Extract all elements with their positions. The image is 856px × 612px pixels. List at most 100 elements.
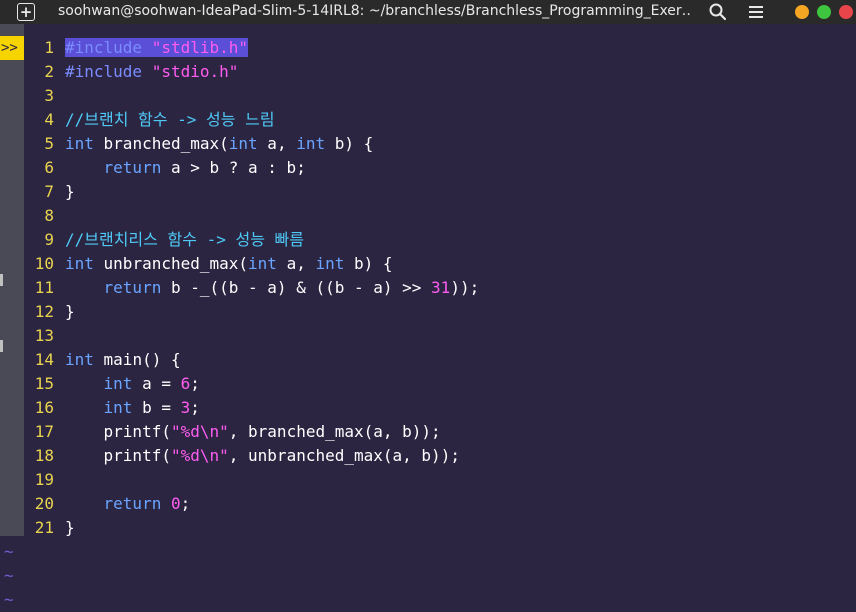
code-token: "%d\n" [170,446,229,465]
code-token: ; [190,374,200,393]
line-number: 18 [34,446,54,465]
code-text: int b = 3; [65,396,200,420]
code-line[interactable]: 18 printf("%d\n", unbranched_max(a, b)); [0,444,856,468]
code-line[interactable]: 1 #include "stdlib.h" [0,36,856,60]
code-token: int [296,134,326,153]
close-button[interactable] [839,5,853,19]
line-number: 13 [34,326,54,345]
code-token: a > b ? a : b; [161,158,306,177]
line-number: 2 [44,62,54,81]
code-token: 3 [180,398,191,417]
code-token: b) { [344,254,393,273]
code-line[interactable]: 7} [0,180,856,204]
code-token: branched_max( [93,134,229,153]
code-token: //브랜치리스 함수 -> 성능 빠름 [65,230,304,249]
search-icon[interactable] [708,2,728,22]
code-token: unbranched_max( [93,254,249,273]
code-line[interactable]: 6 return a > b ? a : b; [0,156,856,180]
code-text: #include "stdio.h" [65,60,238,84]
code-token: int [315,254,345,273]
code-token: )); [450,278,480,297]
code-token: #include [65,62,152,81]
code-token: ; [190,398,200,417]
code-text: printf("%d\n", unbranched_max(a, b)); [65,444,460,468]
code-line[interactable]: 4 //브랜치 함수 -> 성능 느림 [0,108,856,132]
code-token: int [65,134,94,153]
code-token: return [103,494,162,513]
line-number: 21 [34,518,54,537]
line-number: 10 [34,254,54,273]
code-token: , branched_max(a, b)); [228,422,441,441]
window-title: soohwan@soohwan-IdeaPad-Slim-5-14IRL8: ~… [58,3,690,19]
code-token: a = [132,374,181,393]
code-line[interactable]: 16 int b = 3; [0,396,856,420]
code-line[interactable]: 19 [0,468,856,492]
line-number: 14 [34,350,54,369]
code-line[interactable]: 15 int a = 6; [0,372,856,396]
code-token: ; [180,494,191,513]
line-number: 11 [34,278,54,297]
code-text: int branched_max(int a, int b) { [65,132,373,156]
code-token: , unbranched_max(a, b)); [228,446,460,465]
code-token: printf( [65,422,171,441]
minimize-button[interactable] [795,5,809,19]
empty-line-tilde: ~ [4,566,14,585]
code-token: "stdio.h" [151,62,239,81]
maximize-button[interactable] [817,5,831,19]
code-token: int [248,254,277,273]
code-token: #include [65,38,152,57]
code-text: int unbranched_max(int a, int b) { [65,252,393,276]
line-number: 9 [44,230,54,249]
code-text: } [65,180,75,204]
code-line[interactable]: 5 int branched_max(int a, int b) { [0,132,856,156]
line-number: 17 [34,422,54,441]
code-line[interactable]: 8 [0,204,856,228]
code-text: int a = 6; [65,372,200,396]
code-text: return b -_((b - a) & ((b - a) >> 31)); [65,276,480,300]
line-number: 15 [34,374,54,393]
code-line[interactable]: 17 printf("%d\n", branched_max(a, b)); [0,420,856,444]
line-number: 1 [44,38,54,57]
code-token: 31 [431,278,451,297]
code-token: b = [132,398,181,417]
code-line[interactable]: 9 //브랜치리스 함수 -> 성능 빠름 [0,228,856,252]
code-token: return [103,158,162,177]
code-token: int [103,398,133,417]
line-number: 19 [34,470,54,489]
code-line[interactable]: 14 int main() { [0,348,856,372]
code-token: } [65,182,75,201]
vim-editor[interactable]: >> 1 #include "stdlib.h" 2 #include "stdio.… [0,24,856,611]
empty-line-tilde: ~ [4,542,14,561]
code-token: 6 [180,374,191,393]
code-line[interactable]: 12} [0,300,856,324]
line-number: 8 [44,206,54,225]
empty-line-tilde: ~ [4,590,14,609]
code-text: //브랜치 함수 -> 성능 느림 [65,108,275,132]
code-line[interactable]: 10 int unbranched_max(int a, int b) { [0,252,856,276]
code-text: int main() { [65,348,181,372]
code-line[interactable]: 2 #include "stdio.h" [0,60,856,84]
line-number: 5 [44,134,54,153]
code-line[interactable]: 3 [0,84,856,108]
code-text: printf("%d\n", branched_max(a, b)); [65,420,441,444]
code-text: //브랜치리스 함수 -> 성능 빠름 [65,228,304,252]
hamburger-menu-icon[interactable] [746,2,766,22]
new-tab-button[interactable]: + [17,3,35,21]
line-number: 12 [34,302,54,321]
code-token: "%d\n" [170,422,229,441]
code-text: } [65,516,75,540]
code-line[interactable]: 21} [0,516,856,540]
code-line[interactable]: 11 return b -_((b - a) & ((b - a) >> 31)… [0,276,856,300]
code-token: "stdlib.h" [151,38,249,57]
title-bar: + soohwan@soohwan-IdeaPad-Slim-5-14IRL8:… [0,0,856,24]
line-number: 20 [34,494,54,513]
code-token: } [65,518,75,537]
code-line[interactable]: 20 return 0; [0,492,856,516]
code-token: 0 [170,494,181,513]
code-line[interactable]: 13 [0,324,856,348]
